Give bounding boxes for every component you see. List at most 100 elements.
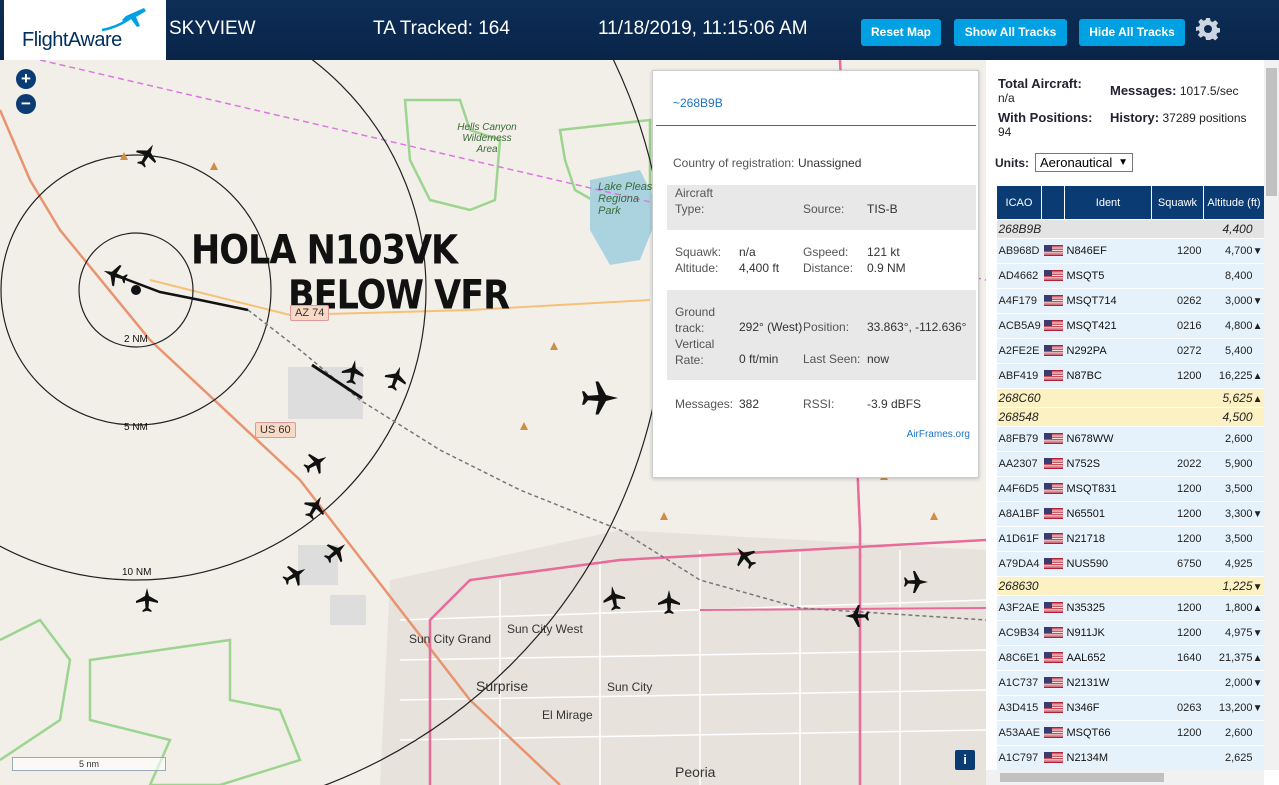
hide-all-tracks-button[interactable]: Hide All Tracks: [1079, 19, 1185, 46]
row-altitude: 3,000▼: [1203, 288, 1265, 314]
table-row[interactable]: A8C6E1 AAL652 1640 21,375▲: [996, 645, 1265, 671]
table-row[interactable]: A3F2AE N35325 1200 1,800▲: [996, 595, 1265, 621]
col-flag[interactable]: [1041, 185, 1065, 220]
row-altitude-value: 2,600: [1224, 727, 1253, 739]
flightaware-logo[interactable]: FlightAware: [4, 0, 166, 60]
ring-label-2nm: 2 NM: [124, 334, 148, 345]
rssi-value: -3.9 dBFS: [867, 397, 922, 411]
row-icao: A53AAE: [996, 720, 1042, 746]
altitude-trend-icon: ▼: [1252, 703, 1263, 714]
col-squawk[interactable]: Squawk: [1151, 185, 1204, 220]
row-flag: [1041, 426, 1065, 452]
position-label: Position:: [803, 320, 850, 334]
col-icao[interactable]: ICAO: [996, 185, 1042, 220]
row-icao: A8C6E1: [996, 645, 1042, 671]
row-altitude: 8,400: [1203, 263, 1265, 289]
label-sun-city-west: Sun City West: [507, 622, 583, 636]
row-ident: [1064, 388, 1152, 408]
row-icao: A8A1BF: [996, 501, 1042, 527]
table-row[interactable]: AB968D N846EF 1200 4,700▼: [996, 238, 1265, 264]
row-ident: AAL652: [1064, 645, 1152, 671]
table-row[interactable]: A2FE2E N292PA 0272 5,400: [996, 338, 1265, 364]
altitude-trend-icon: ▼: [1252, 582, 1263, 593]
row-squawk: 1200: [1151, 476, 1204, 502]
table-row[interactable]: A79DA4 NUS590 6750 4,925: [996, 551, 1265, 577]
table-row[interactable]: A4F179 MSQT714 0262 3,000▼: [996, 288, 1265, 314]
table-row[interactable]: A4F6D5 MSQT831 1200 3,500: [996, 476, 1265, 502]
row-altitude-value: 3,000: [1224, 295, 1253, 307]
with-positions-value: 94: [998, 125, 1012, 139]
popup-hex-id[interactable]: ~268B9B: [673, 96, 723, 110]
scrollbar-thumb[interactable]: [1266, 68, 1277, 196]
row-flag: [1041, 288, 1065, 314]
row-altitude-value: 8,400: [1224, 270, 1253, 282]
squawk-value: n/a: [739, 245, 756, 259]
col-ident[interactable]: Ident: [1064, 185, 1152, 220]
table-row[interactable]: A3D415 N346F 0263 13,200▼: [996, 695, 1265, 721]
row-flag: [1041, 645, 1065, 671]
row-flag: [1041, 407, 1065, 427]
zoom-out-button[interactable]: −: [16, 94, 36, 114]
airframes-link[interactable]: AirFrames.org: [907, 429, 970, 440]
table-row[interactable]: 268548 4,500: [996, 407, 1265, 427]
table-row[interactable]: 268C60 5,625▲: [996, 388, 1265, 408]
altitude-trend-icon: ▼: [1252, 678, 1263, 689]
table-row[interactable]: A1D61F N21718 1200 3,500: [996, 526, 1265, 552]
row-icao: 268630: [996, 576, 1042, 596]
row-squawk: 2022: [1151, 451, 1204, 477]
row-altitude-value: 21,375: [1218, 652, 1253, 664]
units-select[interactable]: Aeronautical ▼: [1035, 153, 1133, 172]
popup-divider: [656, 125, 976, 126]
map-info-button[interactable]: i: [955, 750, 975, 770]
scrollbar-thumb[interactable]: [1000, 773, 1164, 782]
table-row[interactable]: 268B9B 4,400: [996, 219, 1265, 239]
messages-rate: Messages: 1017.5/sec: [1110, 84, 1239, 99]
row-squawk: 1200: [1151, 620, 1204, 646]
row-squawk: [1151, 263, 1204, 289]
col-altitude[interactable]: Altitude (ft): [1203, 185, 1265, 220]
row-icao: 268548: [996, 407, 1042, 427]
row-altitude-value: 4,400: [1222, 222, 1253, 236]
row-squawk: [1151, 219, 1204, 239]
table-row[interactable]: ABF419 N87BC 1200 16,225▲: [996, 363, 1265, 389]
row-altitude: 3,500: [1203, 526, 1265, 552]
panel-vertical-scrollbar[interactable]: [1264, 60, 1279, 770]
us-flag-icon: [1043, 751, 1063, 765]
table-row[interactable]: A8FB79 N678WW 2,600: [996, 426, 1265, 452]
gear-icon[interactable]: [1196, 17, 1220, 41]
table-row[interactable]: AC9B34 N911JK 1200 4,975▼: [996, 620, 1265, 646]
us-flag-icon: [1043, 457, 1063, 471]
table-row[interactable]: A8A1BF N65501 1200 3,300▼: [996, 501, 1265, 527]
zoom-in-button[interactable]: +: [16, 69, 36, 89]
row-altitude-value: 3,500: [1224, 483, 1253, 495]
table-row[interactable]: A53AAE MSQT66 1200 2,600: [996, 720, 1265, 746]
table-row[interactable]: ACB5A9 MSQT421 0216 4,800▲: [996, 313, 1265, 339]
row-ident: N65501: [1064, 501, 1152, 527]
row-altitude-value: 4,925: [1224, 558, 1253, 570]
row-flag: [1041, 551, 1065, 577]
table-row[interactable]: 268630 1,225▼: [996, 576, 1265, 596]
table-row[interactable]: A1C737 N2131W 2,000▼: [996, 670, 1265, 696]
label-el-mirage: El Mirage: [542, 708, 593, 722]
row-flag: [1041, 476, 1065, 502]
panel-horizontal-scrollbar[interactable]: [986, 770, 1264, 785]
us-flag-icon: [1043, 726, 1063, 740]
row-altitude: 5,625▲: [1203, 388, 1265, 408]
table-row[interactable]: AA2307 N752S 2022 5,900: [996, 451, 1265, 477]
row-altitude: 2,625: [1203, 745, 1265, 771]
row-ident: MSQT421: [1064, 313, 1152, 339]
scale-label: 5 nm: [78, 759, 99, 769]
row-altitude-value: 16,225: [1218, 370, 1253, 382]
table-row[interactable]: AD4662 MSQT5 8,400: [996, 263, 1265, 289]
ring-label-5nm: 5 NM: [124, 422, 148, 433]
scale-bar: 5 nm: [12, 757, 166, 771]
reset-map-button[interactable]: Reset Map: [861, 19, 941, 46]
table-row[interactable]: A1C797 N2134M 2,625: [996, 745, 1265, 771]
row-ident: [1064, 576, 1152, 596]
last-seen-value: now: [867, 352, 890, 366]
altitude-value: 4,400 ft: [739, 261, 780, 275]
vertical-rate-label: Vertical Rate:: [675, 337, 715, 367]
show-all-tracks-button[interactable]: Show All Tracks: [954, 19, 1067, 46]
row-squawk: 1640: [1151, 645, 1204, 671]
row-altitude-value: 5,900: [1224, 458, 1253, 470]
